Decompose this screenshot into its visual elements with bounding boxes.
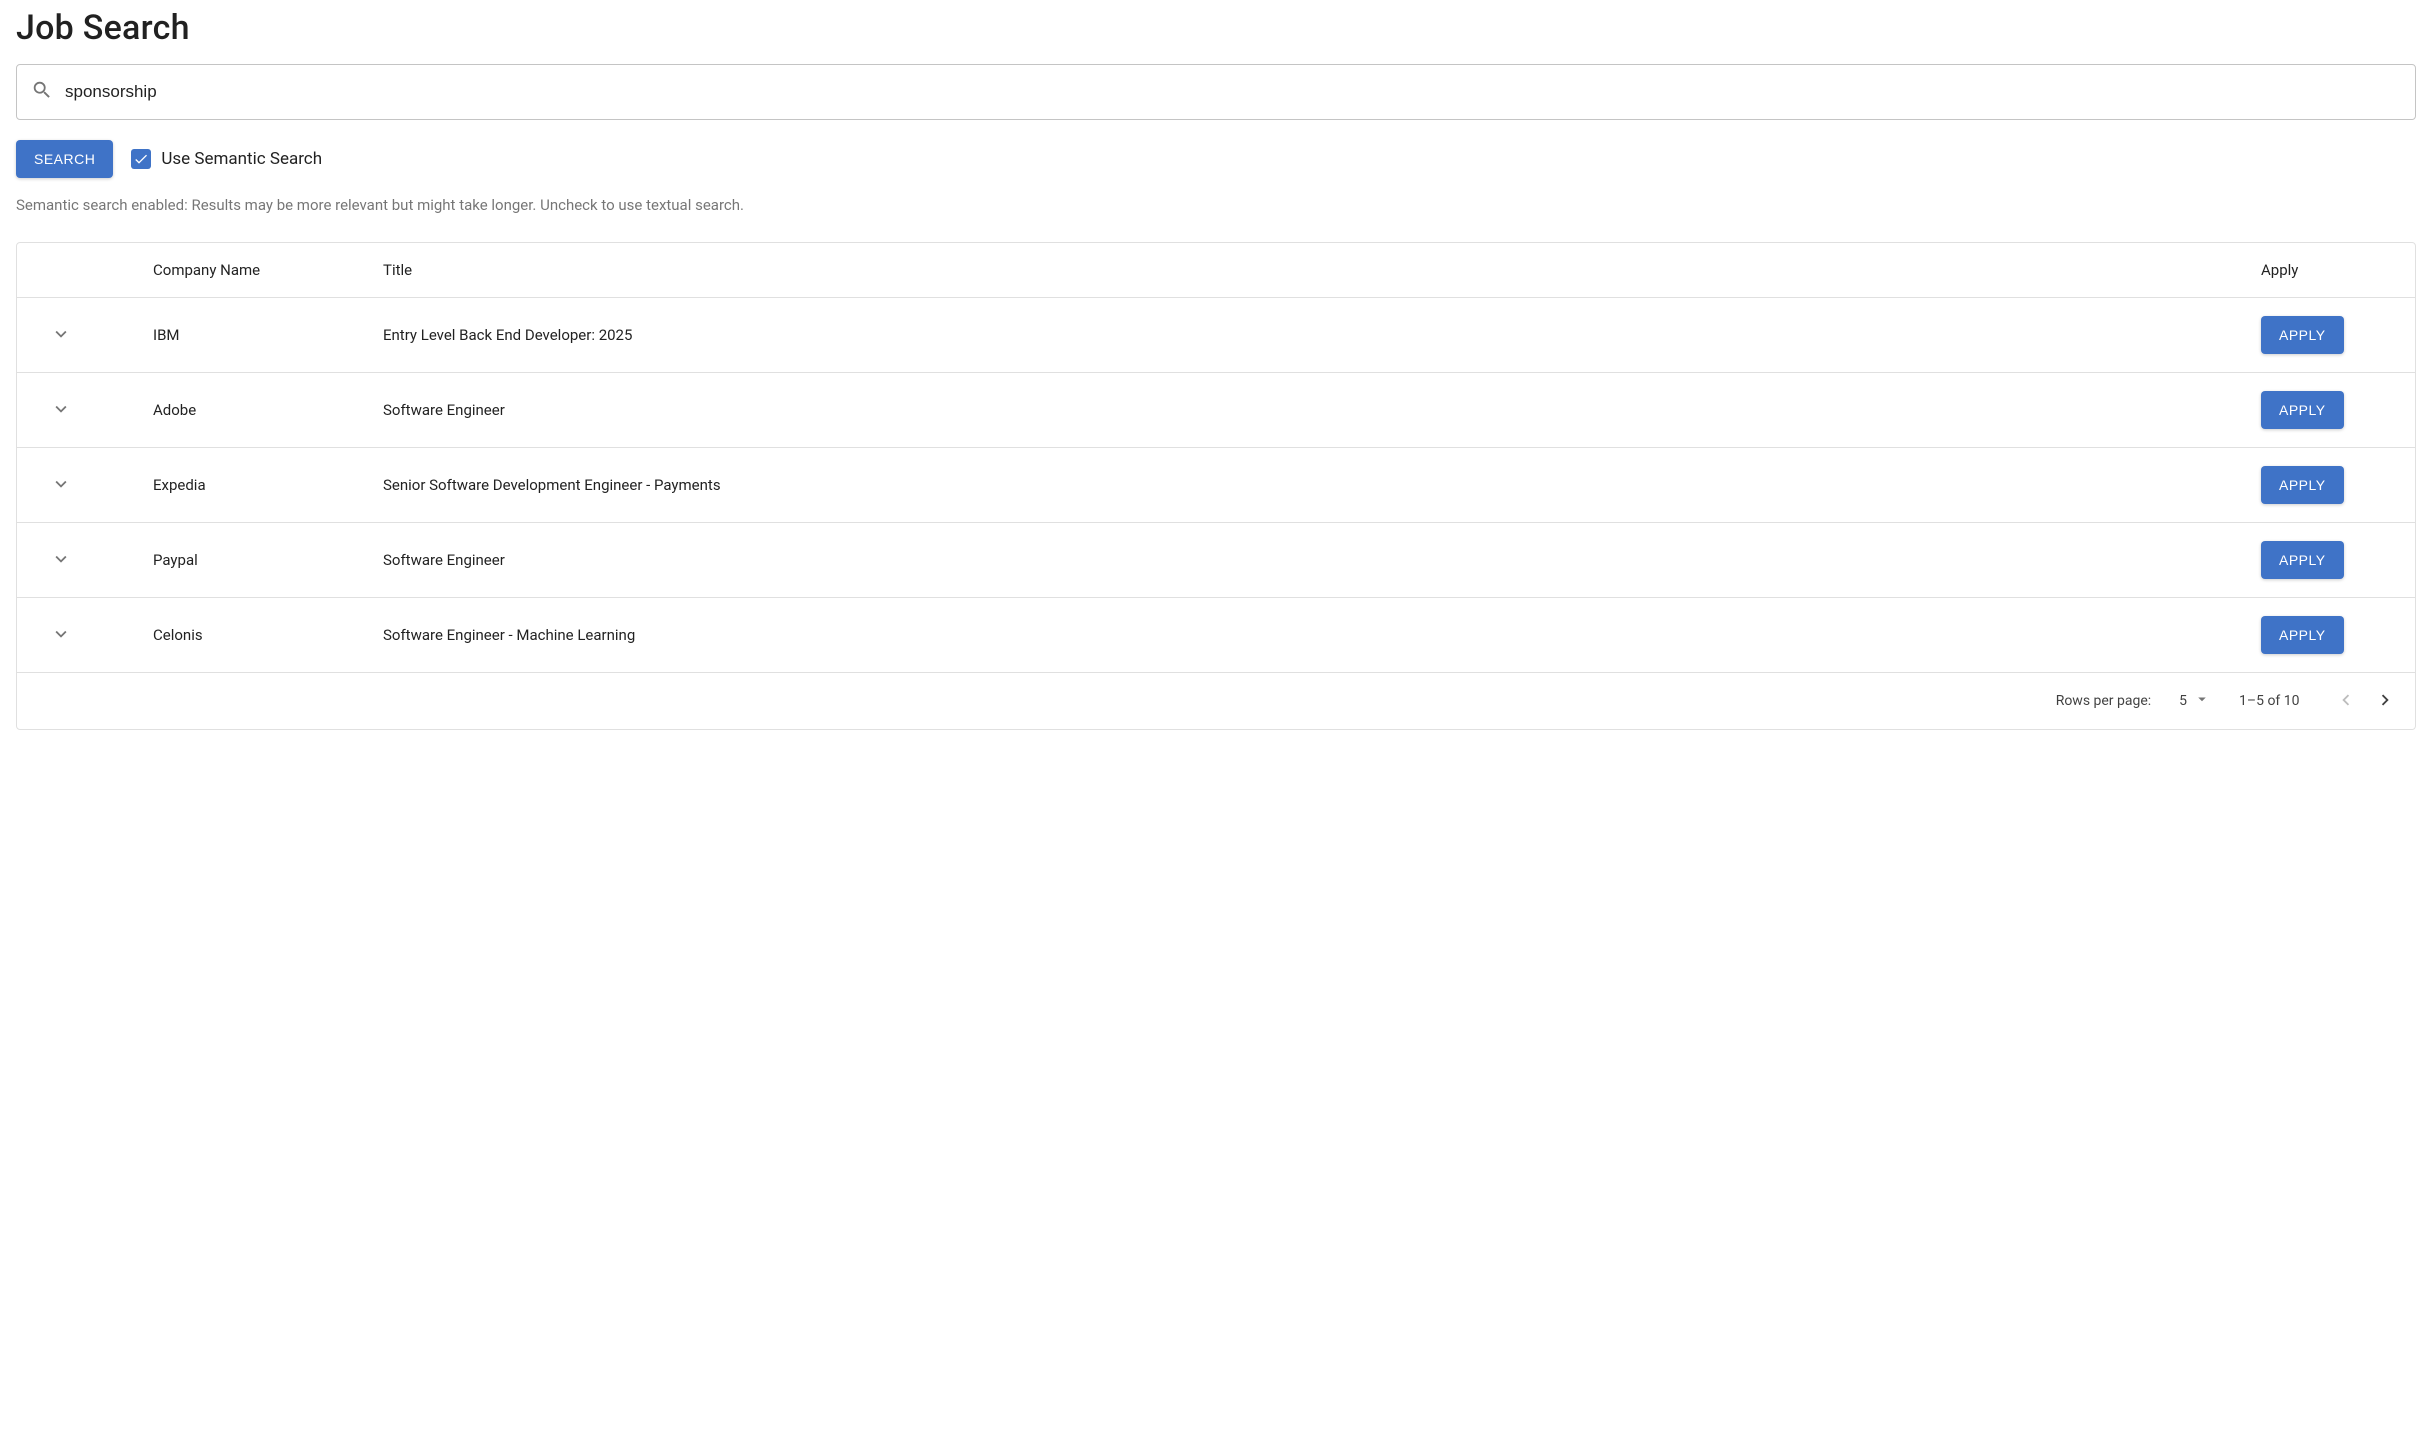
rows-per-page-label: Rows per page: <box>2056 693 2151 709</box>
title-cell: Senior Software Development Engineer - P… <box>367 448 2245 523</box>
table-row: CelonisSoftware Engineer - Machine Learn… <box>17 598 2415 673</box>
table-row: ExpediaSenior Software Development Engin… <box>17 448 2415 523</box>
checkbox-checked-icon[interactable] <box>131 149 151 169</box>
chevron-left-icon <box>2335 689 2357 714</box>
search-input[interactable] <box>53 82 2401 102</box>
apply-cell: Apply <box>2245 448 2415 523</box>
expand-cell <box>17 598 137 673</box>
apply-cell: Apply <box>2245 298 2415 373</box>
company-cell: Paypal <box>137 523 367 598</box>
expand-cell <box>17 298 137 373</box>
table-row: PaypalSoftware Engineer Apply <box>17 523 2415 598</box>
dropdown-arrow-icon <box>2193 690 2211 712</box>
column-company: Company Name <box>137 243 367 298</box>
chevron-down-icon <box>50 548 72 573</box>
search-button[interactable]: Search <box>16 140 113 178</box>
expand-row-button[interactable] <box>45 619 77 651</box>
pagination-prev-button[interactable] <box>2328 683 2364 719</box>
table-row: IBMEntry Level Back End Developer: 2025 A… <box>17 298 2415 373</box>
expand-cell <box>17 523 137 598</box>
semantic-search-label: Use Semantic Search <box>161 149 322 169</box>
apply-cell: Apply <box>2245 523 2415 598</box>
expand-row-button[interactable] <box>45 469 77 501</box>
column-apply: Apply <box>2245 243 2415 298</box>
results-table: Company Name Title Apply IBMEntry Level … <box>16 242 2416 730</box>
search-icon <box>31 79 53 105</box>
rows-per-page-value: 5 <box>2179 693 2187 709</box>
rows-per-page-select[interactable]: 5 <box>2179 690 2211 712</box>
expand-cell <box>17 448 137 523</box>
chevron-down-icon <box>50 623 72 648</box>
pagination-next-button[interactable] <box>2367 683 2403 719</box>
search-field[interactable] <box>16 64 2416 120</box>
company-cell: Expedia <box>137 448 367 523</box>
company-cell: Adobe <box>137 373 367 448</box>
apply-button[interactable]: Apply <box>2261 316 2344 354</box>
page-title: Job Search <box>16 8 2416 48</box>
apply-button[interactable]: Apply <box>2261 541 2344 579</box>
title-cell: Software Engineer <box>367 373 2245 448</box>
table-header-row: Company Name Title Apply <box>17 243 2415 298</box>
table-row: AdobeSoftware Engineer Apply <box>17 373 2415 448</box>
title-cell: Software Engineer <box>367 523 2245 598</box>
expand-row-button[interactable] <box>45 394 77 426</box>
apply-button[interactable]: Apply <box>2261 466 2344 504</box>
apply-button[interactable]: Apply <box>2261 391 2344 429</box>
semantic-search-hint: Semantic search enabled: Results may be … <box>16 196 2416 214</box>
column-title: Title <box>367 243 2245 298</box>
chevron-down-icon <box>50 398 72 423</box>
title-cell: Software Engineer - Machine Learning <box>367 598 2245 673</box>
apply-button[interactable]: Apply <box>2261 616 2344 654</box>
company-cell: IBM <box>137 298 367 373</box>
apply-cell: Apply <box>2245 598 2415 673</box>
chevron-right-icon <box>2374 689 2396 714</box>
chevron-down-icon <box>50 323 72 348</box>
semantic-search-toggle[interactable]: Use Semantic Search <box>131 149 322 169</box>
chevron-down-icon <box>50 473 72 498</box>
apply-cell: Apply <box>2245 373 2415 448</box>
expand-cell <box>17 373 137 448</box>
title-cell: Entry Level Back End Developer: 2025 <box>367 298 2245 373</box>
company-cell: Celonis <box>137 598 367 673</box>
column-expand <box>17 243 137 298</box>
expand-row-button[interactable] <box>45 319 77 351</box>
table-footer: Rows per page: 5 1–5 of 10 <box>17 673 2415 729</box>
expand-row-button[interactable] <box>45 544 77 576</box>
pagination-range: 1–5 of 10 <box>2239 693 2299 709</box>
